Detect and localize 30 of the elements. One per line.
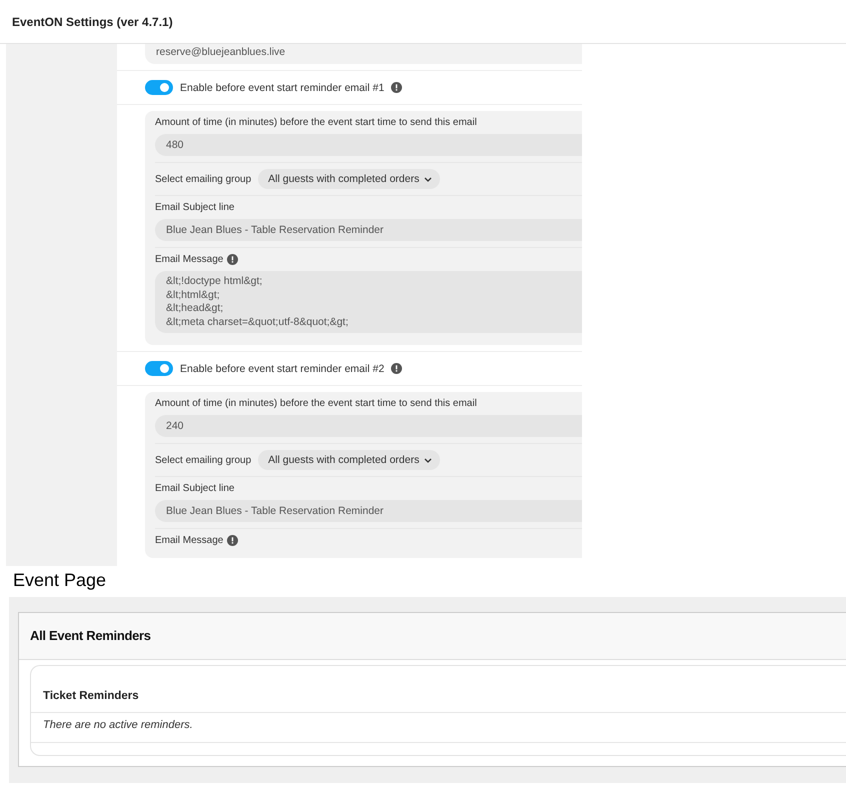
field-label: Amount of time (in minutes) before the event start time to send this email — [155, 398, 477, 409]
toggle-switch[interactable] — [145, 361, 173, 376]
field-label: Email Subject line — [155, 202, 234, 213]
input-field[interactable]: 240 — [155, 415, 582, 437]
input-field[interactable]: 480 — [155, 134, 582, 156]
panel-title: Ticket Reminders — [31, 666, 846, 713]
field-label: Email Subject line — [155, 483, 234, 494]
group-dropdown[interactable]: All guests with completed orders — [258, 450, 440, 470]
input-field[interactable]: Blue Jean Blues - Table Reservation Reminder — [155, 219, 582, 241]
input-field[interactable]: Blue Jean Blues - Table Reservation Reminder — [155, 500, 582, 522]
field-label: Select emailing group — [155, 174, 252, 184]
field-label: Amount of time (in minutes) before the event start time to send this email — [155, 117, 477, 128]
field-label: Email Message — [155, 254, 224, 265]
info-icon — [227, 254, 238, 265]
info-icon — [227, 535, 238, 546]
chevron-down-icon — [424, 176, 432, 182]
toggle-switch[interactable] — [145, 80, 173, 95]
input-field[interactable]: reserve@bluejeanblues.live — [145, 44, 582, 64]
info-icon — [391, 82, 402, 93]
message-field[interactable]: &lt;!doctype html&gt; &lt;html&gt; &lt;head&gt; &lt;meta charset=&quot;utf-8&quot;&gt; — [155, 271, 582, 333]
info-icon — [391, 363, 402, 374]
chevron-down-icon — [424, 458, 432, 462]
field-label: Email Message — [155, 535, 224, 546]
group-dropdown[interactable]: All guests with completed orders — [258, 169, 440, 189]
toggle-label: Enable before event start reminder email #2 — [180, 362, 384, 374]
empty-message: There are no active reminders. — [31, 713, 846, 743]
field-label: Select emailing group — [155, 454, 252, 466]
toggle-label: Enable before event start reminder email #1 — [180, 82, 384, 94]
section-heading: Event Page — [13, 570, 108, 591]
card-title: All Event Reminders — [19, 613, 846, 660]
